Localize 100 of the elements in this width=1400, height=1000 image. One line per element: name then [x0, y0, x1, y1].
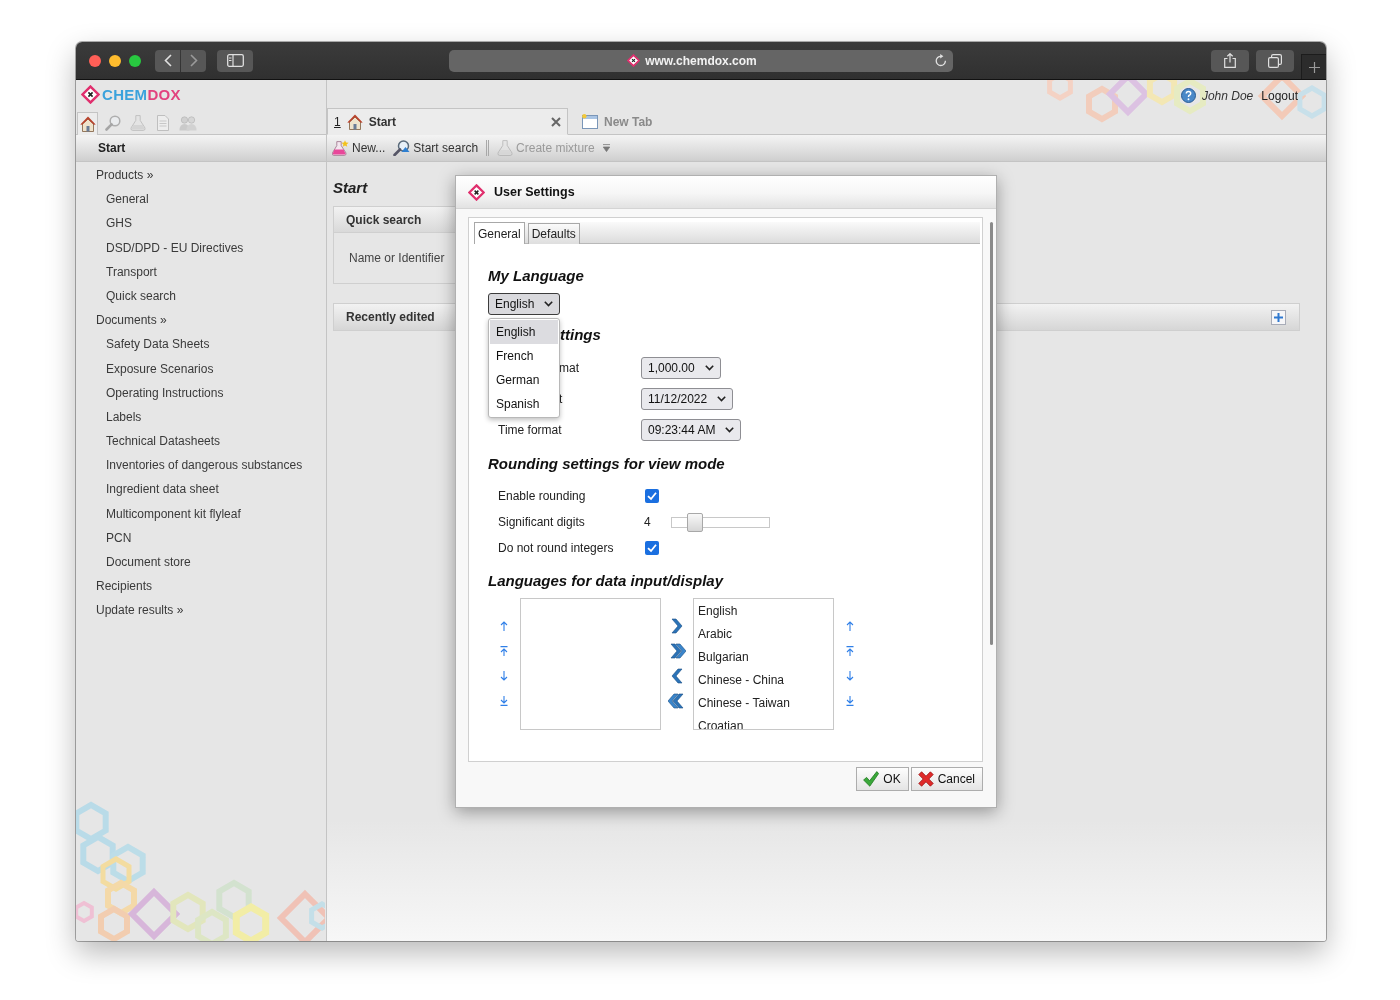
menu-item[interactable]: Products »	[96, 163, 154, 188]
dropdown-option[interactable]: Spanish	[490, 392, 559, 416]
field-label: Do not round integers	[498, 541, 614, 555]
chevron-right-icon	[189, 54, 198, 67]
people-icon	[178, 115, 197, 131]
arrow-up-icon[interactable]	[846, 621, 854, 631]
ok-button[interactable]: OK	[856, 767, 909, 791]
tab[interactable]: General	[474, 222, 525, 244]
menu-item[interactable]: Operating Instructions	[106, 380, 224, 405]
dropdown[interactable]: 1,000.00	[641, 357, 721, 379]
arrow-to-top-icon[interactable]	[846, 646, 854, 656]
chevron-left-icon	[163, 54, 172, 67]
tab[interactable]: Defaults	[527, 223, 580, 244]
sidebar-button[interactable]	[217, 49, 253, 72]
arrow-down-icon[interactable]	[846, 671, 854, 681]
double-chevron-left-icon[interactable]	[668, 693, 686, 709]
list-item[interactable]: English	[698, 600, 738, 623]
menu-item[interactable]: Update results »	[96, 598, 184, 623]
address-bar[interactable]: www.chemdox.com	[449, 49, 953, 72]
scrollbar[interactable]	[990, 222, 993, 645]
list-item[interactable]: Chinese - China	[698, 669, 785, 692]
forward-button[interactable]	[181, 49, 206, 72]
slider-thumb[interactable]	[687, 512, 704, 532]
back-button[interactable]	[155, 49, 180, 72]
checkbox[interactable]	[645, 541, 659, 555]
double-chevron-right-icon[interactable]	[668, 643, 686, 659]
search-icon	[104, 115, 121, 131]
arrow-to-bottom-icon[interactable]	[500, 696, 508, 706]
chevron-down-icon	[725, 427, 735, 433]
dropdown-option[interactable]: French	[490, 344, 559, 368]
menu-item[interactable]: DSD/DPD - EU Directives	[106, 235, 244, 260]
section-heading: My Language	[488, 266, 584, 286]
field-label: Significant digits	[498, 515, 585, 529]
close-icon[interactable]	[551, 116, 561, 127]
list-item[interactable]: Chinese - Taiwan	[698, 692, 790, 715]
menu-item[interactable]: Documents »	[96, 308, 167, 333]
menu-item[interactable]: Technical Datasheets	[106, 429, 221, 454]
menu-item[interactable]: GHS	[106, 211, 132, 236]
section-heading: ttings	[560, 325, 601, 345]
plus-icon	[1308, 61, 1320, 73]
chevron-down-icon	[717, 396, 727, 402]
section-title: Start	[98, 141, 126, 155]
checkmark-icon	[863, 771, 880, 787]
flask-icon	[332, 140, 349, 156]
zoom-window-icon[interactable]	[129, 54, 141, 67]
arrow-down-icon[interactable]	[500, 671, 508, 681]
flask-icon	[129, 115, 146, 131]
arrow-to-top-icon[interactable]	[500, 646, 508, 656]
chevron-down-icon	[704, 365, 714, 371]
list-item[interactable]: Arabic	[698, 623, 732, 646]
chevron-left-icon[interactable]	[669, 668, 685, 684]
menu-item[interactable]: Exposure Scenarios	[106, 356, 214, 381]
arrow-up-icon[interactable]	[500, 621, 508, 631]
arrow-to-bottom-icon[interactable]	[846, 696, 854, 706]
document-icon	[154, 115, 171, 131]
dropdown[interactable]: 09:23:44 AM	[641, 419, 742, 441]
new-tab-button[interactable]	[1301, 54, 1326, 79]
close-window-icon[interactable]	[89, 54, 101, 67]
field-label: Name or Identifier	[349, 251, 445, 265]
tabs-button[interactable]	[1256, 49, 1294, 72]
checkbox[interactable]	[645, 489, 659, 503]
user-name: John Doe	[1201, 88, 1254, 103]
menu-item[interactable]: Labels	[106, 404, 142, 430]
tab[interactable]: 1 Start	[327, 108, 568, 135]
menu-item[interactable]: Transport	[106, 259, 157, 284]
panel-title: Recently edited	[346, 310, 435, 324]
menu-item[interactable]: Safety Data Sheets	[106, 332, 210, 357]
house-icon	[79, 116, 96, 132]
list-item[interactable]: Bulgarian	[698, 646, 749, 669]
minimize-window-icon[interactable]	[109, 54, 121, 67]
logo-wordmark: CHEMDOX	[102, 86, 181, 103]
dropdown[interactable]: 11/12/2022	[641, 388, 734, 410]
menu-item[interactable]: Ingredient data sheet	[106, 477, 219, 502]
chevron-right-icon[interactable]	[669, 618, 685, 634]
share-button[interactable]	[1211, 49, 1249, 72]
dropdown-option[interactable]: English	[490, 320, 559, 344]
toolbar-button[interactable]: New...	[332, 138, 386, 158]
sidebar-icon	[226, 54, 244, 67]
cancel-button[interactable]: Cancel	[910, 767, 983, 791]
add-icon[interactable]	[1271, 309, 1286, 325]
menu-item[interactable]: PCN	[106, 525, 132, 550]
x-mark-icon	[917, 771, 934, 787]
menu-item[interactable]: Quick search	[106, 283, 177, 309]
menu-item[interactable]: Document store	[106, 550, 191, 575]
help-icon[interactable]	[1180, 88, 1196, 103]
menu-item[interactable]: Recipients	[96, 574, 153, 599]
sidebar-tab[interactable]	[77, 112, 98, 135]
menu-item[interactable]: Multicomponent kit flyleaf	[106, 501, 241, 526]
menu-item[interactable]: General	[106, 187, 149, 212]
magnifier-icon	[393, 140, 411, 156]
dropdown-caret-icon[interactable]	[602, 144, 610, 152]
share-icon	[1224, 53, 1236, 68]
chevron-down-icon	[544, 301, 554, 307]
menu-item[interactable]: Inventories of dangerous substances	[106, 453, 303, 478]
section-heading: Languages for data input/display	[488, 571, 724, 591]
reload-icon[interactable]	[935, 54, 947, 67]
dropdown-option[interactable]: German	[490, 368, 559, 392]
logo-icon	[468, 183, 485, 201]
dropdown[interactable]: English	[488, 293, 561, 315]
toolbar-button[interactable]: Start search	[393, 138, 479, 158]
